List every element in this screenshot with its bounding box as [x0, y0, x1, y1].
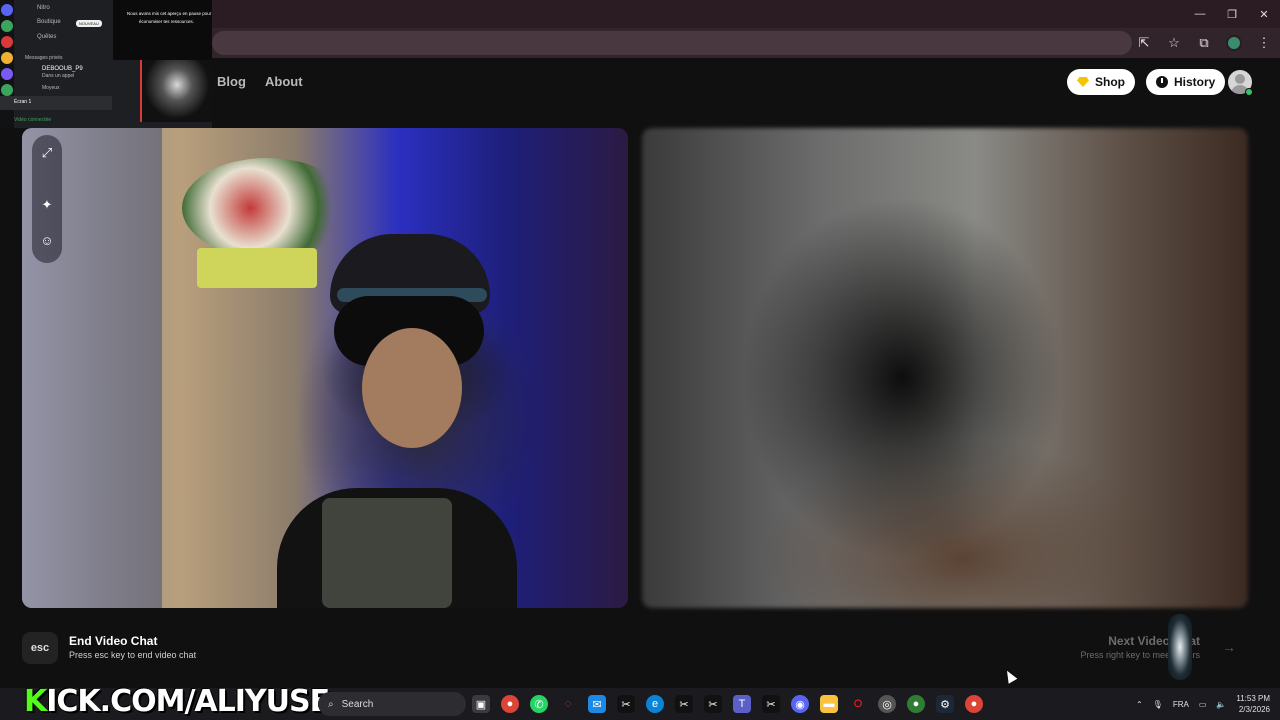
- opera-gx-icon[interactable]: ◌: [559, 695, 577, 713]
- server-icon[interactable]: [1, 52, 13, 64]
- discord-stream-thumbnail[interactable]: [140, 60, 212, 122]
- nav-blog-link[interactable]: Blog: [217, 74, 246, 89]
- server-icon[interactable]: [1, 36, 13, 48]
- close-button[interactable]: ✕: [1248, 0, 1280, 28]
- history-label: History: [1174, 75, 1216, 89]
- face-filter-icon[interactable]: ☺: [37, 230, 57, 250]
- restore-button[interactable]: ❐: [1216, 0, 1248, 28]
- volume-icon[interactable]: 🔈: [1216, 700, 1226, 709]
- chrome-profile-icon[interactable]: ●: [907, 695, 925, 713]
- language-indicator[interactable]: FRA: [1173, 700, 1189, 709]
- clock-time: 11:53 PM: [1236, 694, 1270, 703]
- toolbar-icons: ⇱ ☆ ⧉ ⋮: [1136, 32, 1272, 54]
- local-video: [22, 128, 628, 608]
- search-icon: ⌕: [328, 698, 334, 710]
- clock-date[interactable]: 11:53 PM 2/3/2026: [1236, 693, 1270, 715]
- clock-date-value: 2/3/2026: [1238, 705, 1270, 714]
- clock-icon: [1156, 76, 1168, 88]
- steam-icon[interactable]: ⚙: [936, 695, 954, 713]
- nav-about-link[interactable]: About: [265, 74, 303, 89]
- server-icon[interactable]: [1, 68, 13, 80]
- taskbar-search[interactable]: ⌕ Search: [318, 692, 466, 716]
- whatsapp-icon[interactable]: ✆: [530, 695, 548, 713]
- discord-quests[interactable]: Quêtes: [37, 34, 56, 40]
- background-planter: [197, 248, 317, 288]
- paused-preview-line2: économiser tes ressources.: [139, 19, 195, 24]
- microphone-icon[interactable]: 🎙: [1153, 700, 1163, 709]
- discord-icon[interactable]: ◉: [791, 695, 809, 713]
- dm-group[interactable]: Moyeux: [42, 85, 60, 91]
- discord-preview-panel: Nous avons mis cet aperçu en pause pour …: [113, 0, 212, 60]
- gem-icon: [1077, 77, 1089, 87]
- capcut-icon[interactable]: ✂: [675, 695, 693, 713]
- shop-button[interactable]: Shop: [1067, 69, 1135, 95]
- dm-header: Messages privés: [25, 55, 63, 61]
- edge-icon[interactable]: e: [646, 695, 664, 713]
- discord-overlay: Nitro Boutique NOUVEAU Quêtes Messages p…: [0, 0, 212, 128]
- minimize-button[interactable]: —: [1184, 0, 1216, 28]
- dm-username[interactable]: DEBOOUB_P9: [42, 66, 83, 72]
- kick-k-letter: K: [24, 684, 47, 719]
- network-icon[interactable]: ▭: [1199, 700, 1207, 709]
- obs-icon[interactable]: ◎: [878, 695, 896, 713]
- capcut-icon[interactable]: ✂: [617, 695, 635, 713]
- discord-boutique[interactable]: Boutique: [37, 19, 61, 25]
- address-bar[interactable]: [212, 31, 1132, 55]
- capcut-icon[interactable]: ✂: [704, 695, 722, 713]
- person-face: [362, 328, 462, 448]
- video-tools: ⤢ ✦ ☺: [32, 135, 62, 263]
- install-app-icon[interactable]: ⇱: [1136, 35, 1152, 51]
- discord-nitro[interactable]: Nitro: [37, 5, 50, 11]
- server-icon[interactable]: [1, 4, 13, 16]
- browser-profile-avatar[interactable]: [1226, 35, 1242, 51]
- end-video-chat-hint: Press esc key to end video chat: [69, 650, 197, 660]
- opera-icon[interactable]: O: [849, 695, 867, 713]
- esc-key-badge[interactable]: esc: [22, 632, 58, 664]
- end-video-chat-title[interactable]: End Video Chat: [69, 634, 157, 648]
- online-status-dot: [1245, 88, 1253, 96]
- kebab-menu-icon[interactable]: ⋮: [1256, 35, 1272, 51]
- new-badge: NOUVEAU: [76, 20, 102, 27]
- kick-channel-overlay: KICK.COM/ALIYUSE: [24, 684, 330, 719]
- capcut-icon[interactable]: ✂: [762, 695, 780, 713]
- shop-label: Shop: [1095, 75, 1125, 89]
- server-icon[interactable]: [1, 20, 13, 32]
- dm-status: Dans un appel: [42, 73, 75, 79]
- kick-channel-text: ICK.COM/ALIYUSE: [46, 684, 330, 719]
- extensions-icon[interactable]: ⧉: [1196, 35, 1212, 51]
- app-icon[interactable]: ✉: [588, 695, 606, 713]
- server-icon[interactable]: [1, 84, 13, 96]
- taskbar-search-placeholder: Search: [341, 698, 374, 710]
- screen-share-label[interactable]: Écran 1: [14, 99, 31, 105]
- teams-icon[interactable]: T: [733, 695, 751, 713]
- chevron-up-icon[interactable]: ⌃: [1136, 700, 1143, 709]
- system-tray: ⌃ 🎙 FRA ▭ 🔈 11:53 PM 2/3/2026: [1136, 688, 1280, 720]
- magic-wand-icon[interactable]: ✦: [37, 195, 57, 215]
- chrome-active-icon[interactable]: ●: [965, 695, 983, 713]
- background-flowers: [182, 158, 352, 258]
- history-button[interactable]: History: [1146, 69, 1226, 95]
- bookmark-star-icon[interactable]: ☆: [1166, 35, 1182, 51]
- streamer-mascot-logo: [1168, 614, 1192, 680]
- window-controls: — ❐ ✕: [1184, 0, 1280, 28]
- arrow-right-icon[interactable]: →: [1216, 632, 1242, 662]
- remote-video-blurred: [642, 128, 1248, 608]
- paused-preview-line1: Nous avons mis cet aperçu en pause pour: [127, 11, 212, 16]
- file-explorer-icon[interactable]: ▬: [820, 695, 838, 713]
- chrome-icon[interactable]: ●: [501, 695, 519, 713]
- shirt-print: [322, 498, 452, 608]
- video-connected-label: Vidéo connectée: [14, 117, 52, 123]
- fullscreen-icon[interactable]: ⤢: [37, 143, 57, 163]
- task-view-icon[interactable]: ▣: [472, 695, 490, 713]
- taskbar-apps: ▣ ● ✆ ◌ ✉ ✂ e ✂ ✂ T ✂ ◉ ▬ O ◎ ● ⚙ ●: [472, 692, 983, 716]
